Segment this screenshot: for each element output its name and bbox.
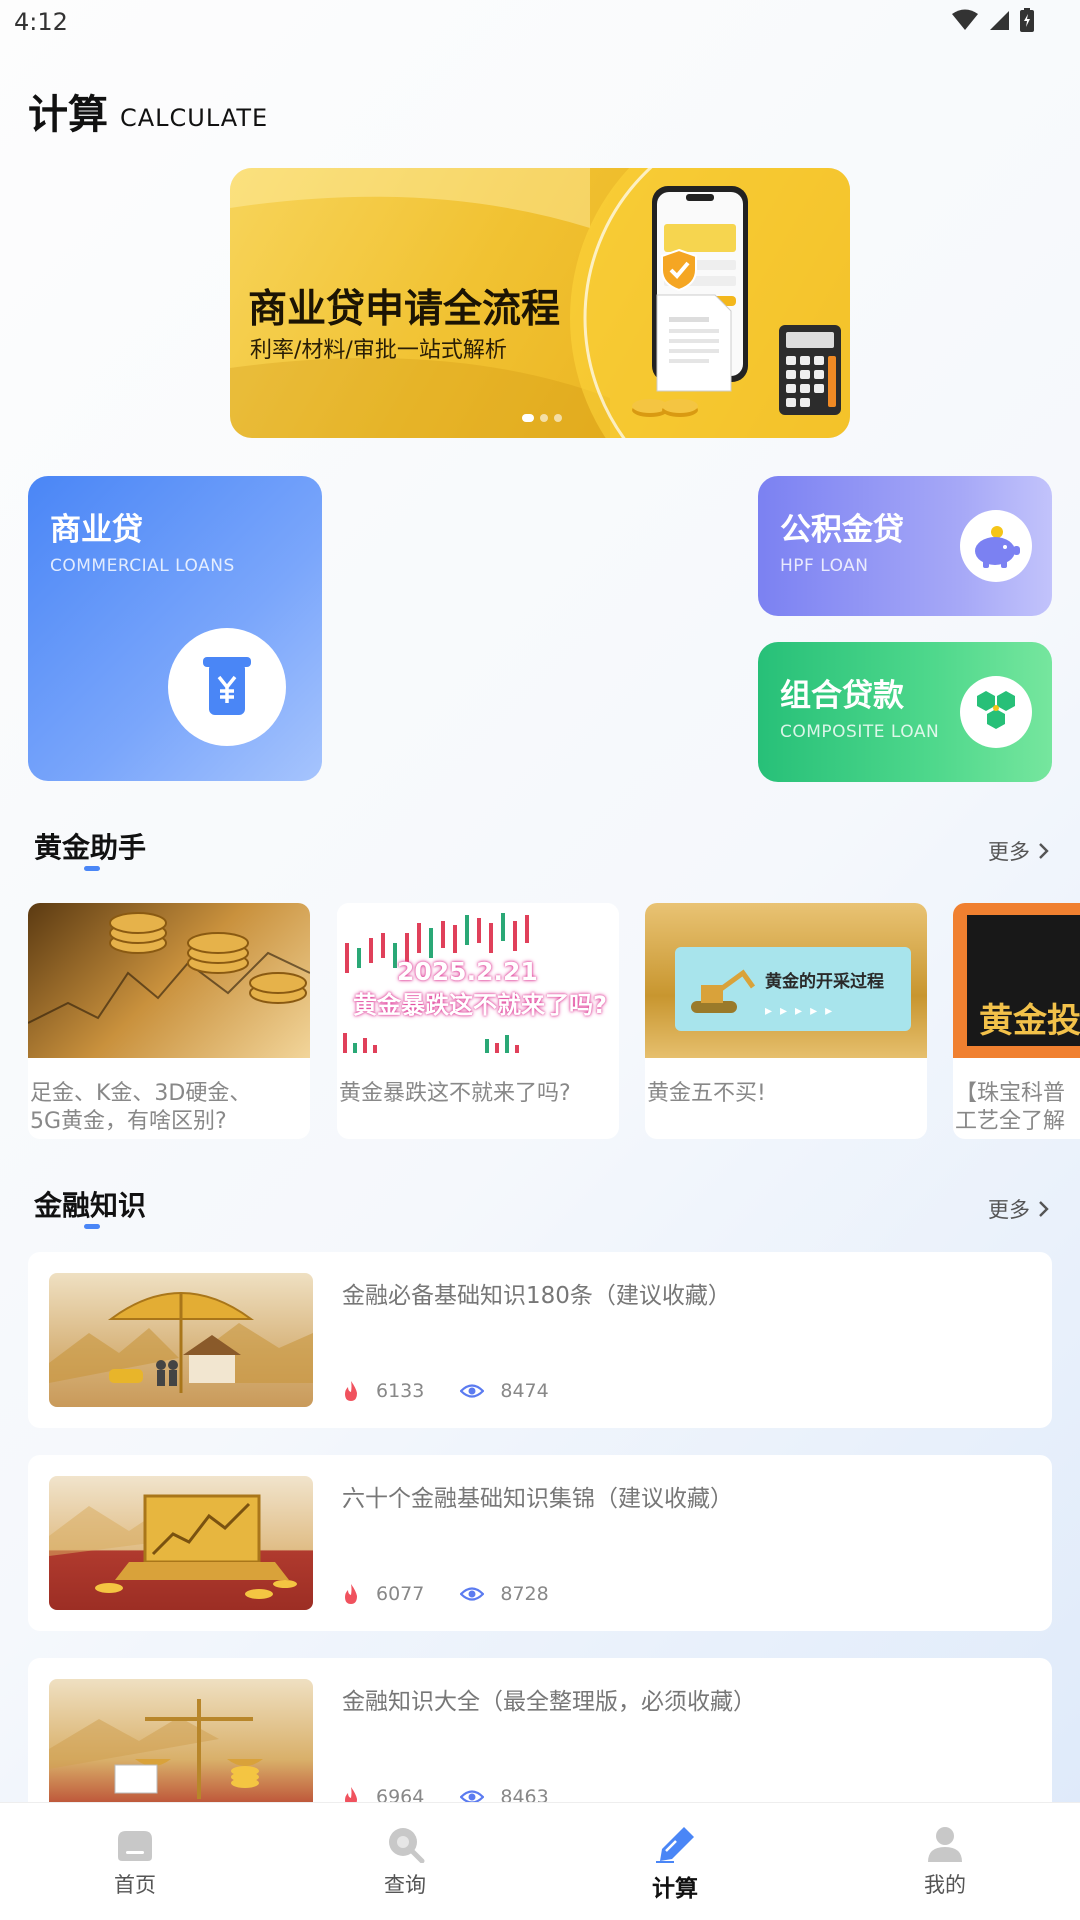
finance-article-stats: 6077 8728 bbox=[342, 1583, 585, 1605]
gold-article-card[interactable]: 2025.2.21 黄金暴跌这不就来了吗? 黄金暴跌这不就来了吗? bbox=[337, 903, 619, 1139]
thumbnail-label-text: 黄金的开采过程 bbox=[765, 972, 884, 992]
finance-article-title: 六十个金融基础知识集锦（建议收藏） bbox=[342, 1486, 733, 1512]
banner-subtitle: 利率/材料/审批一站式解析 bbox=[250, 338, 507, 363]
likes-stat: 6077 bbox=[342, 1583, 424, 1605]
banner-dot[interactable] bbox=[554, 414, 562, 422]
user-icon bbox=[928, 1827, 962, 1862]
status-bar: 4:12 bbox=[0, 0, 1080, 44]
finance-article-stats: 6133 8474 bbox=[342, 1380, 585, 1402]
thumbnail-date-text: 2025.2.21 bbox=[397, 957, 538, 986]
eye-icon bbox=[460, 1587, 485, 1601]
excavator-icon bbox=[691, 969, 756, 1013]
commercial-loan-subtitle: COMMERCIAL LOANS bbox=[50, 556, 235, 576]
chevron-right-icon bbox=[1039, 1201, 1049, 1217]
gold-article-caption: 黄金暴跌这不就来了吗? bbox=[339, 1081, 571, 1106]
banner-dot[interactable] bbox=[522, 414, 534, 422]
gold-article-caption: 黄金五不买! bbox=[647, 1081, 766, 1106]
eye-icon bbox=[460, 1384, 485, 1398]
laptop-chart-thumbnail bbox=[49, 1476, 313, 1610]
search-icon bbox=[389, 1828, 425, 1863]
document-illustration bbox=[656, 294, 732, 392]
banner-pagination bbox=[522, 414, 562, 422]
views-count: 8728 bbox=[500, 1583, 549, 1605]
page-subtitle: CALCULATE bbox=[120, 104, 269, 132]
thumbnail-headline-text: 黄金暴跌这不就来了吗? bbox=[353, 991, 607, 1019]
gold-section-title: 黄金助手 bbox=[34, 831, 147, 864]
tab-query[interactable]: 查询 bbox=[270, 1803, 540, 1920]
cellular-signal-icon bbox=[990, 11, 1009, 30]
page-title: 计算 bbox=[28, 92, 108, 138]
section-underline bbox=[84, 866, 100, 871]
piggy-bank-icon bbox=[960, 510, 1032, 582]
likes-count: 6077 bbox=[376, 1583, 425, 1605]
chevron-right-icon bbox=[1039, 843, 1049, 859]
composite-loan-card[interactable]: 组合贷款 COMPOSITE LOAN bbox=[758, 642, 1052, 782]
shield-check-icon bbox=[661, 248, 697, 292]
tab-home-label: 首页 bbox=[114, 1873, 156, 1897]
pen-icon bbox=[656, 1827, 694, 1863]
wifi-icon bbox=[952, 9, 978, 30]
tab-calculate-label: 计算 bbox=[652, 1876, 698, 1902]
likes-count: 6133 bbox=[376, 1380, 425, 1402]
hpf-loan-card[interactable]: 公积金贷 HPF LOAN bbox=[758, 476, 1052, 616]
hexagon-cluster-icon bbox=[960, 676, 1032, 748]
yuan-atm-icon bbox=[168, 628, 286, 746]
tab-calculate[interactable]: 计算 bbox=[540, 1803, 810, 1920]
gold-article-carousel[interactable]: 足金、K金、3D硬金、 5G黄金，有啥区别? 2025.2.21 黄金暴跌这不就… bbox=[0, 903, 1080, 1139]
more-label: 更多 bbox=[988, 1198, 1030, 1222]
umbrella-house-thumbnail bbox=[49, 1273, 313, 1407]
calculate-page: 4:12 计算 CALCULATE 商业贷申请全流程 利率/材料/审批一站式解析… bbox=[0, 0, 1080, 1920]
gold-mining-thumbnail: 黄金的开采过程 ▸▸▸▸▸ bbox=[645, 903, 927, 1058]
views-stat: 8474 bbox=[460, 1380, 549, 1402]
composite-loan-title: 组合贷款 bbox=[780, 678, 904, 714]
gold-article-caption: 【珠宝科普 工艺全了解 bbox=[955, 1081, 1066, 1134]
finance-article-item[interactable]: 六十个金融基础知识集锦（建议收藏） 6077 8728 bbox=[28, 1455, 1052, 1631]
gold-investment-thumbnail: 黄金投 bbox=[953, 903, 1080, 1058]
finance-article-title: 金融知识大全（最全整理版，必须收藏） bbox=[342, 1689, 756, 1715]
status-icons bbox=[952, 8, 1034, 32]
tab-query-label: 查询 bbox=[384, 1873, 426, 1897]
banner-title: 商业贷申请全流程 bbox=[248, 287, 561, 332]
gold-article-caption: 足金、K金、3D硬金、 5G黄金，有啥区别? bbox=[30, 1081, 252, 1134]
finance-section-title: 金融知识 bbox=[34, 1189, 147, 1222]
likes-stat: 6133 bbox=[342, 1380, 424, 1402]
gold-article-card[interactable]: 足金、K金、3D硬金、 5G黄金，有啥区别? bbox=[28, 903, 310, 1139]
hpf-loan-title: 公积金贷 bbox=[780, 512, 904, 548]
section-underline bbox=[84, 1224, 100, 1229]
candlestick-chart-thumbnail: 2025.2.21 黄金暴跌这不就来了吗? bbox=[337, 903, 619, 1058]
more-label: 更多 bbox=[988, 840, 1030, 864]
gold-coins-chart-thumbnail bbox=[28, 903, 310, 1058]
hpf-loan-subtitle: HPF LOAN bbox=[780, 556, 869, 576]
tab-mine[interactable]: 我的 bbox=[810, 1803, 1080, 1920]
thumbnail-label-text: 黄金投 bbox=[979, 1001, 1080, 1041]
finance-more-link[interactable]: 更多 bbox=[988, 1194, 1050, 1224]
tab-home[interactable]: 首页 bbox=[0, 1803, 270, 1920]
gold-more-link[interactable]: 更多 bbox=[988, 836, 1050, 866]
bottom-tab-bar: 首页 查询 计算 我的 bbox=[0, 1802, 1080, 1920]
promo-banner[interactable]: 商业贷申请全流程 利率/材料/审批一站式解析 bbox=[230, 168, 850, 438]
tab-mine-label: 我的 bbox=[924, 1873, 966, 1897]
calculator-illustration bbox=[779, 325, 841, 415]
scale-coins-thumbnail bbox=[49, 1679, 313, 1813]
coins-illustration bbox=[632, 399, 698, 417]
commercial-loan-title: 商业贷 bbox=[50, 512, 143, 548]
flame-icon bbox=[345, 1381, 357, 1401]
commercial-loan-card[interactable]: 商业贷 COMMERCIAL LOANS bbox=[28, 476, 322, 781]
finance-article-item[interactable]: 金融必备基础知识180条（建议收藏） 6133 8474 bbox=[28, 1252, 1052, 1428]
composite-loan-subtitle: COMPOSITE LOAN bbox=[780, 722, 940, 742]
views-stat: 8728 bbox=[460, 1583, 549, 1605]
views-count: 8474 bbox=[500, 1380, 549, 1402]
gold-article-card[interactable]: 黄金的开采过程 ▸▸▸▸▸ 黄金五不买! bbox=[645, 903, 927, 1139]
banner-dot[interactable] bbox=[540, 414, 548, 422]
home-icon bbox=[118, 1831, 152, 1861]
flame-icon bbox=[345, 1584, 357, 1604]
status-time: 4:12 bbox=[14, 8, 68, 36]
finance-article-title: 金融必备基础知识180条（建议收藏） bbox=[342, 1283, 731, 1309]
gold-article-card[interactable]: 黄金投 【珠宝科普 工艺全了解 bbox=[953, 903, 1080, 1139]
battery-icon bbox=[1020, 8, 1034, 32]
